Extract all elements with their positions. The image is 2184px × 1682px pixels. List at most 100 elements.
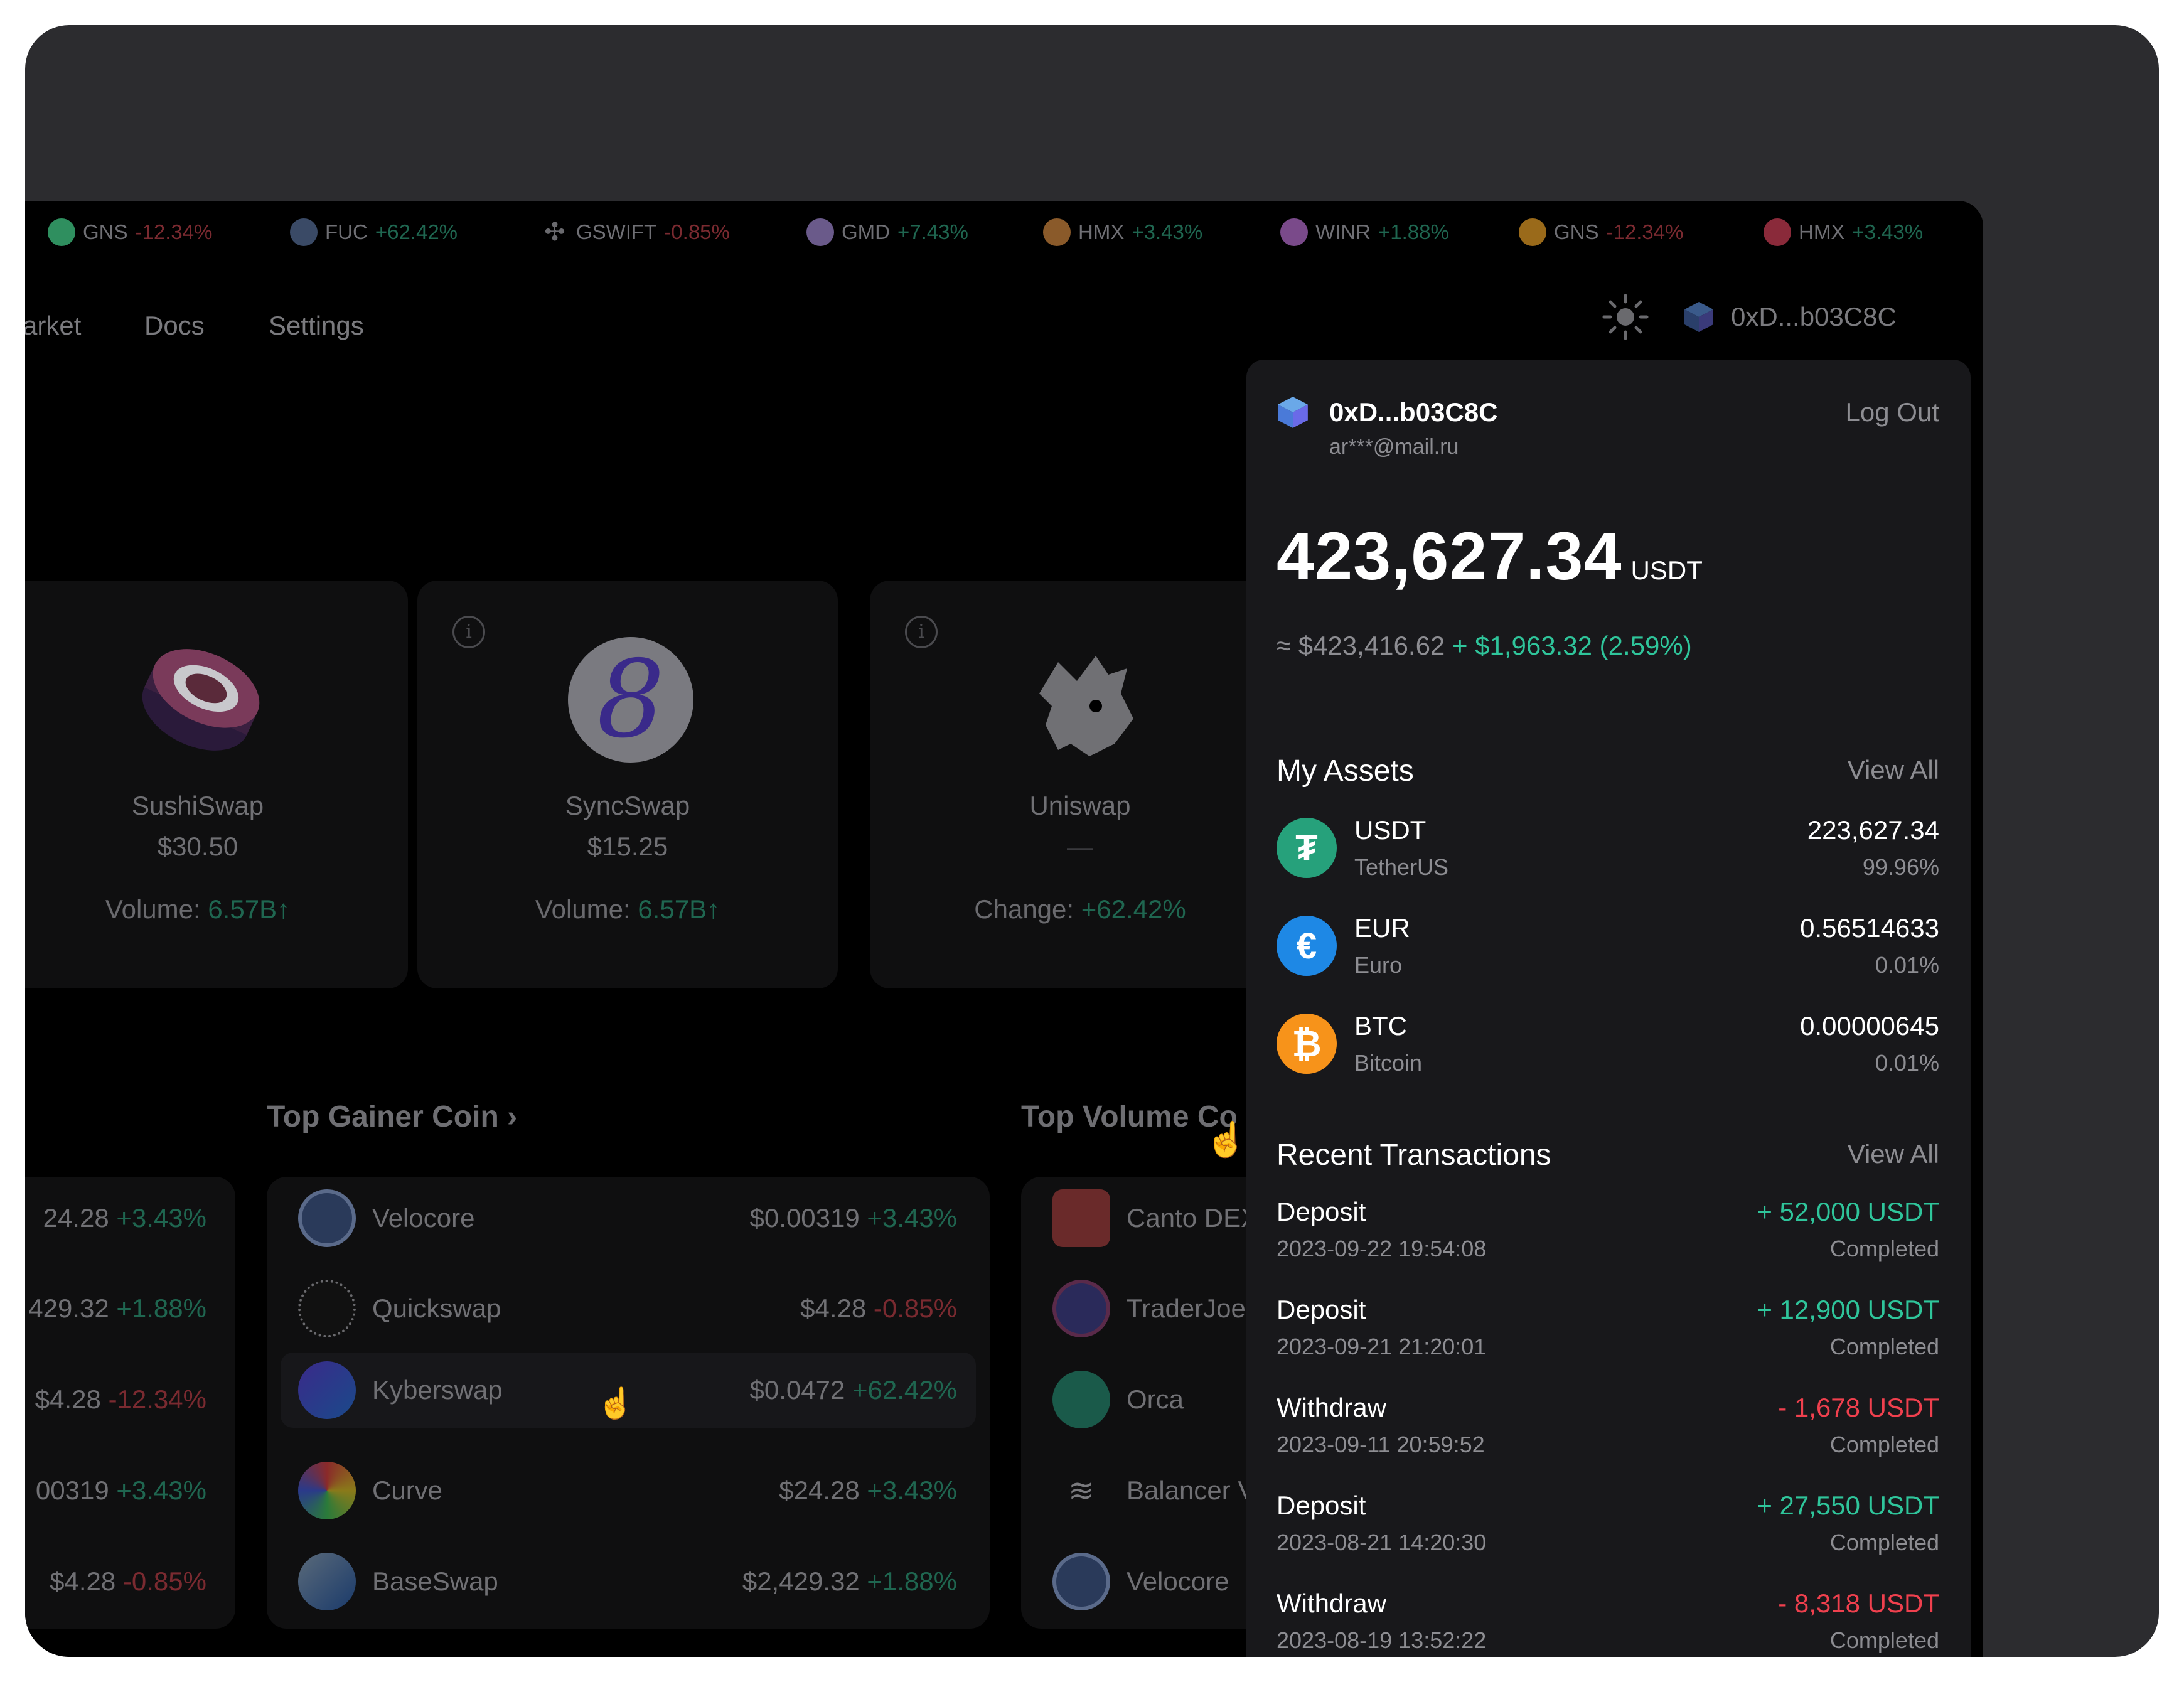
transaction-row[interactable]: Withdraw 2023-08-19 13:52:22 - 8,318 USD…: [1246, 1586, 1971, 1657]
table-row[interactable]: Curve $24.28 +3.43%: [267, 1453, 990, 1528]
logout-button[interactable]: Log Out: [1846, 397, 1939, 427]
metric-label: Volume:: [105, 894, 201, 924]
ticker-item[interactable]: HMX +3.43%: [1764, 201, 1923, 264]
ticker-item[interactable]: WINR +1.88%: [1280, 201, 1449, 264]
tx-type: Deposit: [1277, 1197, 1366, 1226]
list-item[interactable]: 24.28 +3.43%: [25, 1181, 235, 1256]
tx-type: Deposit: [1277, 1295, 1366, 1324]
tx-status: Completed: [1829, 1236, 1939, 1262]
coin-name: BaseSwap: [372, 1567, 498, 1596]
card-price: $30.50: [157, 832, 238, 861]
tx-amount: + 52,000 USDT: [1757, 1197, 1939, 1226]
asset-row[interactable]: ₮ USDT TetherUS 223,627.34 99.96%: [1246, 812, 1971, 893]
card-name: Uniswap: [1029, 791, 1131, 820]
table-row[interactable]: Quickswap $4.28 -0.85%: [267, 1271, 990, 1346]
ticker-item[interactable]: FUC +62.42%: [290, 201, 458, 264]
bitcoin-icon: ₿: [1277, 1014, 1337, 1074]
nav-docs[interactable]: Docs: [144, 311, 205, 341]
wallet-cube-icon: [1684, 302, 1713, 332]
table-row[interactable]: BaseSwap $2,429.32 +1.88%: [267, 1544, 990, 1619]
euro-icon: €: [1277, 916, 1337, 976]
ticker-item[interactable]: HMX +3.43%: [1043, 201, 1202, 264]
list-item[interactable]: $4.28 -0.85%: [25, 1544, 235, 1619]
transaction-row[interactable]: Deposit 2023-09-22 19:54:08 + 52,000 USD…: [1246, 1194, 1971, 1276]
price: $0.0472: [749, 1375, 845, 1405]
change: +3.43%: [116, 1203, 206, 1233]
coin-name: Kyberswap: [372, 1375, 503, 1405]
asset-symbol: BTC: [1354, 1011, 1407, 1041]
protocol-card[interactable]: SushiSwap $30.50 Volume: 6.57B↑: [25, 581, 408, 988]
info-icon[interactable]: i: [905, 616, 938, 648]
ticker-item[interactable]: ✣ GSWIFT -0.85%: [541, 201, 730, 264]
ticker-item[interactable]: GNS -12.34%: [1519, 201, 1683, 264]
list-item[interactable]: 429.32 +1.88%: [25, 1271, 235, 1346]
section-title: Top Gainer Coin: [267, 1100, 499, 1133]
asset-share: 0.01%: [1875, 1050, 1939, 1076]
tx-date: 2023-09-22 19:54:08: [1277, 1236, 1487, 1262]
asset-row[interactable]: € EUR Euro 0.56514633 0.01%: [1246, 909, 1971, 991]
asset-share: 0.01%: [1875, 952, 1939, 978]
account-email: ar***@mail.ru: [1329, 435, 1459, 459]
tx-amount: - 1,678 USDT: [1778, 1393, 1939, 1422]
tx-type: Deposit: [1277, 1491, 1366, 1520]
tx-type: Withdraw: [1277, 1588, 1387, 1618]
nav-market[interactable]: arket: [25, 311, 81, 341]
ticker-symbol: GNS: [83, 220, 128, 244]
coin-name: Velocore: [1127, 1567, 1229, 1596]
list-item[interactable]: $4.28 -12.34%: [25, 1362, 235, 1437]
change: +3.43%: [867, 1476, 957, 1505]
ticker-item[interactable]: GMD +7.43%: [806, 201, 968, 264]
price: 429.32: [28, 1294, 109, 1323]
hand-pointer-cursor-icon: ☝: [597, 1387, 634, 1420]
balancer-icon: ≋: [1068, 1473, 1095, 1508]
assets-view-all-link[interactable]: View All: [1848, 755, 1939, 785]
price: $4.28: [50, 1567, 116, 1596]
baseswap-icon: [298, 1553, 356, 1610]
asset-row[interactable]: ₿ BTC Bitcoin 0.00000645 0.01%: [1246, 1007, 1971, 1089]
change: +3.43%: [867, 1203, 957, 1233]
ticker-change: +7.43%: [897, 220, 968, 244]
tx-status: Completed: [1829, 1627, 1939, 1653]
gns-icon: [48, 218, 75, 246]
info-icon[interactable]: i: [452, 616, 485, 648]
change: +62.42%: [852, 1375, 957, 1405]
card-volume: Volume: 6.57B↑: [417, 894, 838, 924]
protocol-card[interactable]: i Uniswap — Change: +62.42%: [870, 581, 1290, 988]
coin-name: Quickswap: [372, 1294, 501, 1323]
table-row[interactable]: Velocore $0.00319 +3.43%: [267, 1181, 990, 1256]
fuc-icon: [290, 218, 318, 246]
metric-value: 6.57B: [638, 894, 707, 924]
theme-toggle-sun-icon[interactable]: [1600, 292, 1651, 342]
asset-share: 99.96%: [1862, 854, 1939, 880]
wallet-cube-icon: [1278, 397, 1308, 428]
card-name: SushiSwap: [131, 791, 264, 820]
chevron-right-icon: ›: [507, 1100, 518, 1133]
ticker-item[interactable]: GNS -12.34%: [48, 201, 212, 264]
top-gainer-title[interactable]: Top Gainer Coin ›: [267, 1100, 517, 1134]
top-gainer-list: Velocore $0.00319 +3.43% Quickswap $4.28…: [267, 1177, 990, 1629]
nav-settings[interactable]: Settings: [269, 311, 364, 341]
ticker-symbol: GSWIFT: [576, 220, 657, 244]
gns-icon: [1519, 218, 1546, 246]
kyberswap-icon: [298, 1361, 356, 1419]
ticker-symbol: WINR: [1315, 220, 1371, 244]
transaction-row[interactable]: Deposit 2023-08-21 14:20:30 + 27,550 USD…: [1246, 1488, 1971, 1570]
orca-icon: [1052, 1371, 1110, 1428]
protocol-card[interactable]: i 8 SyncSwap $15.25 Volume: 6.57B↑: [417, 581, 838, 988]
account-dropdown: 0xD...b03C8C ar***@mail.ru Log Out 423,6…: [1246, 360, 1971, 1657]
asset-symbol: USDT: [1354, 815, 1427, 845]
change: +1.88%: [867, 1567, 957, 1596]
approx-usd: ≈ $423,416.62: [1277, 631, 1445, 660]
price: 24.28: [43, 1203, 109, 1233]
table-row-hovered[interactable]: Kyberswap ☝ $0.0472 +62.42%: [281, 1353, 976, 1428]
recent-transactions-title: Recent Transactions: [1277, 1138, 1551, 1172]
price-ticker: GNS -12.34% FUC +62.42% ✣ GSWIFT -0.85% GMD +…: [25, 201, 1983, 264]
wallet-button[interactable]: 0xD...b03C8C: [1682, 292, 1897, 342]
transactions-view-all-link[interactable]: View All: [1848, 1139, 1939, 1169]
transaction-row[interactable]: Deposit 2023-09-21 21:20:01 + 12,900 USD…: [1246, 1292, 1971, 1374]
transaction-row[interactable]: Withdraw 2023-09-11 20:59:52 - 1,678 USD…: [1246, 1390, 1971, 1472]
list-item[interactable]: 00319 +3.43%: [25, 1453, 235, 1528]
price: $24.28: [779, 1476, 860, 1505]
total-balance: 423,627.34 USDT: [1277, 517, 1703, 595]
change: +3.43%: [116, 1476, 206, 1505]
